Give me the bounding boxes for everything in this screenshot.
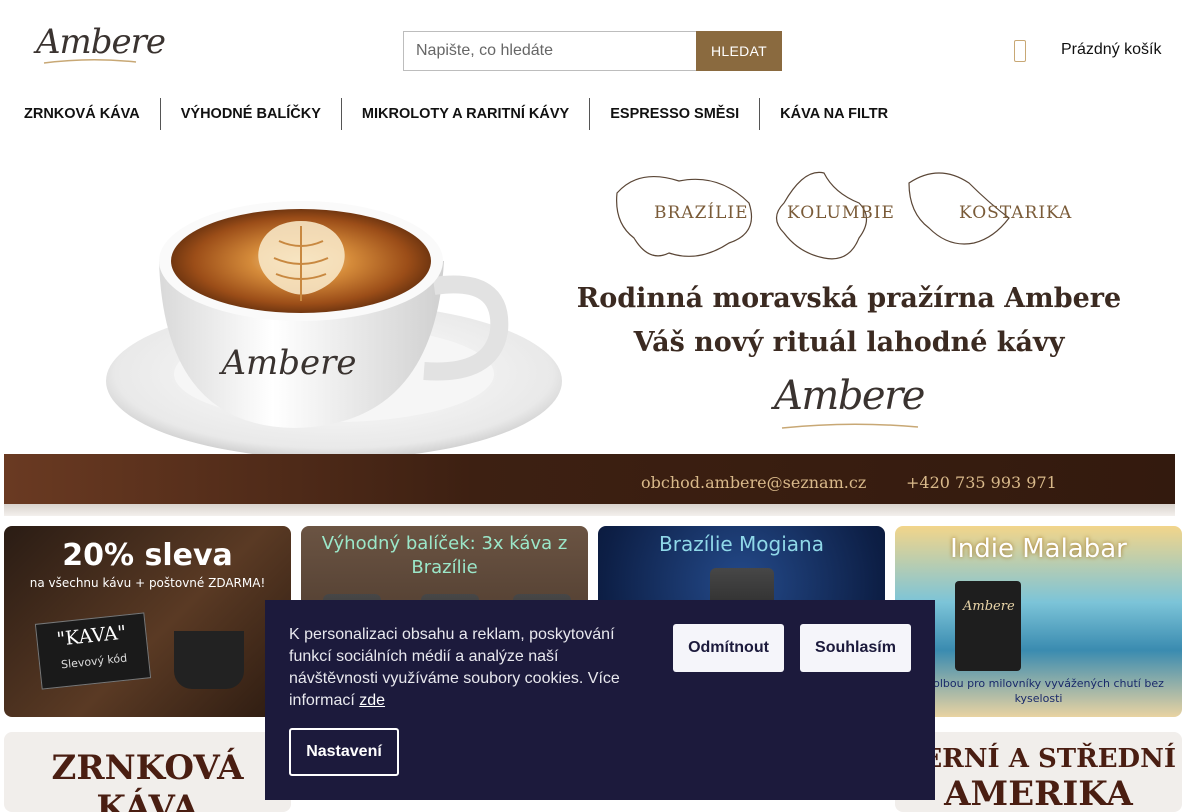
cart-label[interactable]: Prázdný košík <box>1061 41 1161 59</box>
nav-item-zrnkova-kava[interactable]: ZRNKOVÁ KÁVA <box>0 98 161 130</box>
promo-bundle-title: Výhodný balíček: 3x káva z Brazílie <box>321 533 568 578</box>
nav-item-espresso-smesi[interactable]: ESPRESSO SMĚSI <box>590 98 761 130</box>
hero-country-costa-rica: KOSTARIKA <box>959 203 1073 223</box>
coffee-bag-icon: Ambere <box>955 581 1021 671</box>
promo-tile-discount[interactable]: 20% sleva na všechnu kávu + poštovné ZDA… <box>4 526 291 717</box>
category-amerika-line1: VERNÍ A STŘEDNÍ <box>902 744 1176 774</box>
search-input[interactable] <box>403 31 697 71</box>
nav-item-vyhodne-balicky[interactable]: VÝHODNÉ BALÍČKY <box>161 98 342 130</box>
search-button[interactable]: HLEDAT <box>696 31 782 71</box>
cookie-more-info-link[interactable]: zde <box>359 692 385 709</box>
main-nav: ZRNKOVÁ KÁVA VÝHODNÉ BALÍČKY MIKROLOTY A… <box>0 98 908 130</box>
category-zrnkova-line1: ZRNKOVÁ <box>51 748 244 788</box>
hero-logo-text: Ambere <box>774 373 925 419</box>
site-logo[interactable]: Ambere <box>36 22 166 68</box>
category-zrnkova-line2: KÁVA <box>96 788 199 812</box>
cookie-text-block: K personalizaci obsahu a reklam, poskyto… <box>289 624 634 712</box>
hero-email: obchod.ambere@seznam.cz <box>641 473 867 492</box>
promo-mogiana-title: Brazílie Mogiana <box>659 532 824 556</box>
promo-malabar-title: Indie Malabar <box>950 534 1127 564</box>
hero-country-brazil: BRAZÍLIE <box>654 203 749 223</box>
category-amerika-line2: AMERIKA <box>944 774 1133 812</box>
cookie-accept-button[interactable]: Souhlasím <box>800 624 911 672</box>
promo-discount-subtitle: na všechnu kávu + poštovné ZDARMA! <box>29 576 266 590</box>
cookie-text: K personalizaci obsahu a reklam, poskyto… <box>289 626 620 709</box>
hero-headline-2: Váš nový rituál lahodné kávy <box>633 327 1065 358</box>
hero-country-colombia: KOLUMBIE <box>787 203 895 223</box>
hero-banner[interactable]: Ambere BRAZÍLIE KOLUMBIE KOSTARIKA Rodin… <box>4 151 1175 516</box>
category-tile-stredni-amerika[interactable]: VERNÍ A STŘEDNÍ AMERIKA <box>895 732 1182 812</box>
cookie-banner: K personalizaci obsahu a reklam, poskyto… <box>265 600 935 800</box>
promo-malabar-caption: ní volbou pro milovníky vyvážených chutí… <box>913 677 1164 705</box>
bag-logo-text: Ambere <box>963 599 1015 614</box>
coffee-cup-image: Ambere <box>104 166 564 466</box>
nav-item-kava-na-filtr[interactable]: KÁVA NA FILTR <box>760 98 908 130</box>
discount-code: "KAVA" <box>55 621 128 651</box>
hero-headline-1: Rodinná moravská pražírna Ambere <box>576 283 1122 314</box>
cart-icon[interactable] <box>1014 40 1026 62</box>
discount-code-caption: Slevový kód <box>60 651 128 672</box>
promo-tile-india-malabar[interactable]: Indie Malabar Ambere ní volbou pro milov… <box>895 526 1182 717</box>
hero-phone: +420 735 993 971 <box>906 473 1057 492</box>
site-header: Ambere HLEDAT Prázdný košík <box>0 0 1200 100</box>
nav-item-mikroloty[interactable]: MIKROLOTY A RARITNÍ KÁVY <box>342 98 591 130</box>
cup-logo-text: Ambere <box>218 343 356 383</box>
hero-logo-swoosh-icon <box>781 423 919 429</box>
coffee-cup-icon <box>174 631 244 689</box>
promo-discount-title: 20% sleva <box>62 538 233 573</box>
category-tile-zrnkova-kava[interactable]: ZRNKOVÁ KÁVA <box>4 732 291 812</box>
hero-fade <box>4 504 1175 516</box>
logo-swoosh-icon <box>43 59 137 64</box>
cookie-settings-button[interactable]: Nastavení <box>289 728 399 776</box>
discount-code-card: "KAVA" Slevový kód <box>34 612 152 690</box>
cookie-reject-button[interactable]: Odmítnout <box>673 624 784 672</box>
